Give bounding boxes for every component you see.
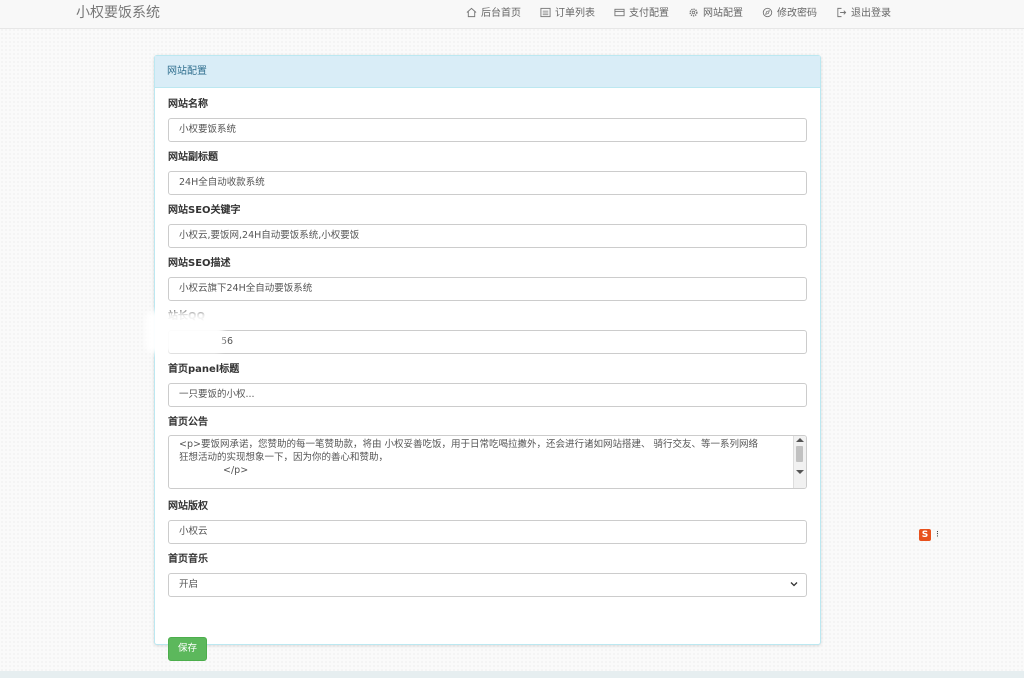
announcement-line: 狂想活动的实现想象一下，因为你的善心和赞助，: [179, 452, 389, 463]
nav-item-site-config[interactable]: 网站配置: [688, 4, 743, 19]
more-options-icon[interactable]: ⁝: [936, 529, 939, 541]
announcement-line: <p>要饭网承诺，您赞助的每一笔赞助款，将由 小权妥善吃饭，用于日常吃喝拉撒外，…: [179, 439, 758, 450]
panel-title-input[interactable]: 一只要饭的小权...: [168, 383, 807, 407]
nav-item-change-password[interactable]: 修改密码: [762, 4, 817, 19]
nav-item-site-config-label: 网站配置: [703, 8, 743, 19]
top-navbar: 小权要饭系统 后台首页 订单列表 支付配置 网站配置 修改密码 退出登录: [0, 0, 1024, 29]
redaction-blur: [145, 311, 223, 353]
site-name-input[interactable]: 小权要饭系统: [168, 118, 807, 142]
music-select-value: 开启: [179, 579, 199, 590]
textarea-scrollbar[interactable]: [793, 436, 806, 488]
seo-keywords-label: 网站SEO关键字: [168, 205, 241, 216]
site-config-panel: 网站配置 网站名称 小权要饭系统 网站副标题 24H全自动收款系统 网站SEO关…: [154, 55, 821, 661]
nav-item-orders[interactable]: 订单列表: [540, 4, 595, 19]
nav-item-logout[interactable]: 退出登录: [836, 4, 891, 19]
brand-title[interactable]: 小权要饭系统: [76, 2, 160, 22]
announcement-group: 首页公告 <p>要饭网承诺，您赞助的每一笔赞助款，将由 小权妥善吃饭，用于日常吃…: [168, 416, 807, 489]
gear-icon: [688, 6, 700, 18]
scroll-down-arrow-icon[interactable]: [796, 470, 804, 474]
panel-title-label: 首页panel标题: [168, 364, 240, 375]
home-icon: [466, 6, 478, 18]
qq-label: 站长QQ: [168, 310, 807, 324]
seo-keywords-input[interactable]: 小权云,要饭网,24H自动要饭系统,小权要饭: [168, 224, 807, 248]
subtitle-input[interactable]: 24H全自动收款系统: [168, 171, 807, 195]
bottom-taskbar-strip: [0, 671, 1024, 678]
save-button[interactable]: 保存: [168, 637, 207, 661]
panel-title-group: 首页panel标题 一只要饭的小权...: [168, 363, 807, 407]
scroll-up-arrow-icon[interactable]: [796, 438, 804, 442]
seo-description-group: 网站SEO描述 小权云旗下24H全自动要饭系统: [168, 257, 807, 301]
nav-item-orders-label: 订单列表: [555, 8, 595, 19]
seo-keywords-group: 网站SEO关键字 小权云,要饭网,24H自动要饭系统,小权要饭: [168, 204, 807, 248]
nav-item-logout-label: 退出登录: [851, 8, 891, 19]
site-name-label: 网站名称: [168, 99, 208, 110]
copyright-label: 网站版权: [168, 501, 208, 512]
nav-item-home[interactable]: 后台首页: [466, 4, 521, 19]
announcement-label: 首页公告: [168, 417, 208, 428]
credit-card-icon: [614, 6, 626, 18]
nav-item-home-label: 后台首页: [481, 8, 521, 19]
qq-input[interactable]: 56: [168, 330, 807, 354]
site-name-group: 网站名称 小权要饭系统: [168, 98, 807, 142]
qq-group: 站长QQ 56: [168, 310, 807, 354]
logout-icon: [836, 6, 848, 18]
chevron-down-icon: [788, 577, 800, 589]
copyright-group: 网站版权 小权云: [168, 500, 807, 544]
announcement-textarea[interactable]: <p>要饭网承诺，您赞助的每一笔赞助款，将由 小权妥善吃饭，用于日常吃喝拉撒外，…: [168, 435, 807, 489]
seo-description-label: 网站SEO描述: [168, 258, 231, 269]
music-label: 首页音乐: [168, 554, 208, 565]
music-select[interactable]: 开启: [168, 573, 807, 597]
seo-description-input[interactable]: 小权云旗下24H全自动要饭系统: [168, 277, 807, 301]
subtitle-label: 网站副标题: [168, 152, 218, 163]
list-icon: [540, 6, 552, 18]
subtitle-group: 网站副标题 24H全自动收款系统: [168, 151, 807, 195]
announcement-line: </p>: [223, 465, 249, 476]
nav-item-payment[interactable]: 支付配置: [614, 4, 669, 19]
nav-item-change-password-label: 修改密码: [777, 8, 817, 19]
music-group: 首页音乐 开启: [168, 553, 807, 597]
scroll-thumb[interactable]: [796, 446, 803, 462]
floating-widget[interactable]: S ⁝: [919, 529, 939, 541]
widget-logo-icon: S: [919, 529, 931, 541]
compass-icon: [762, 6, 774, 18]
panel-title: 网站配置: [155, 56, 820, 88]
nav-item-payment-label: 支付配置: [629, 8, 669, 19]
main-nav: 后台首页 订单列表 支付配置 网站配置 修改密码 退出登录: [466, 4, 910, 19]
copyright-input[interactable]: 小权云: [168, 520, 807, 544]
